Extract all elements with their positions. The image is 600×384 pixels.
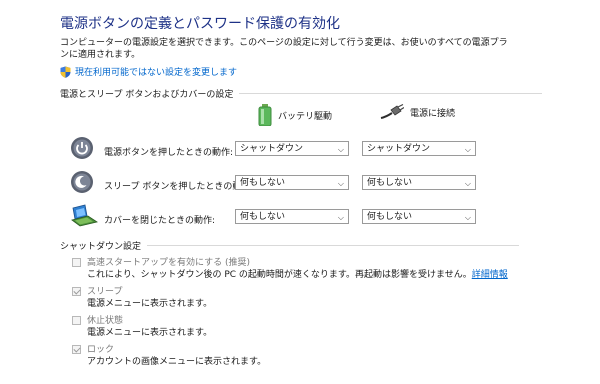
sleep-title: スリープ <box>87 287 123 297</box>
select-value: 何もしない <box>367 178 413 188</box>
chevron-down-icon: ⌵ <box>337 213 344 222</box>
section-divider <box>147 245 520 246</box>
plugged-column-header: 電源に接続 <box>380 104 455 120</box>
sleep-description: 電源メニューに表示されます。 <box>87 299 213 309</box>
hibernate-title: 休止状態 <box>87 316 124 326</box>
chevron-down-icon: ⌵ <box>464 179 471 188</box>
sleep-button-icon <box>71 171 93 193</box>
fast-startup-desc-text: これにより、シャットダウン後の PC の起動時間が速くなります。再起動は影響を受… <box>87 270 472 280</box>
plugged-column-label: 電源に接続 <box>410 108 456 119</box>
lid-plugged-select[interactable]: 何もしない ⌵ <box>362 209 476 224</box>
page-description: コンピューターの電源設定を選択できます。このページの設定に対して行う変更は、お使… <box>60 38 508 60</box>
fast-startup-option: 高速スタートアップを有効にする (推奨) これにより、シャットダウン後の PC … <box>72 257 508 281</box>
power-button-plugged-select[interactable]: シャットダウン ⌵ <box>362 141 476 156</box>
change-settings-link-label: 現在利用可能ではない設定を変更します <box>75 68 238 78</box>
power-button-icon <box>71 137 93 159</box>
section-divider <box>239 93 543 94</box>
fast-startup-description: これにより、シャットダウン後の PC の起動時間が速くなります。再起動は影響を受… <box>87 269 508 281</box>
lid-row-label: カバーを閉じたときの動作: <box>104 216 216 226</box>
lid-battery-select[interactable]: 何もしない ⌵ <box>235 209 349 224</box>
power-section-heading: 電源とスリープ ボタンおよびカバーの設定 <box>60 87 543 100</box>
shutdown-section-heading: シャットダウン設定 <box>60 239 520 252</box>
sleep-option: スリープ 電源メニューに表示されます。 <box>72 286 212 310</box>
power-section-heading-label: 電源とスリープ ボタンおよびカバーの設定 <box>60 90 234 100</box>
chevron-down-icon: ⌵ <box>337 145 344 154</box>
select-value: 何もしない <box>240 178 286 188</box>
select-value: シャットダウン <box>367 144 431 154</box>
power-button-battery-select[interactable]: シャットダウン ⌵ <box>235 141 349 156</box>
change-settings-link[interactable]: 現在利用可能ではない設定を変更します <box>60 65 237 78</box>
battery-column-header: バッテリ駆動 <box>258 104 332 126</box>
page-title: 電源ボタンの定義とパスワード保護の有効化 <box>60 16 340 32</box>
power-button-row-label: 電源ボタンを押したときの動作: <box>104 148 234 158</box>
select-value: シャットダウン <box>240 144 304 154</box>
lock-description: アカウントの画像メニューに表示されます。 <box>87 357 267 367</box>
chevron-down-icon: ⌵ <box>464 213 471 222</box>
sleep-button-plugged-select[interactable]: 何もしない ⌵ <box>362 175 476 190</box>
select-value: 何もしない <box>367 212 413 222</box>
hibernate-option: 休止状態 電源メニューに表示されます。 <box>72 315 212 339</box>
chevron-down-icon: ⌵ <box>464 145 471 154</box>
chevron-down-icon: ⌵ <box>337 179 344 188</box>
shutdown-section-heading-label: シャットダウン設定 <box>60 242 142 252</box>
battery-icon <box>258 104 272 126</box>
lock-option: ロック アカウントの画像メニューに表示されます。 <box>72 344 266 368</box>
select-value: 何もしない <box>240 212 286 222</box>
lock-checkbox[interactable] <box>72 345 81 354</box>
sleep-checkbox[interactable] <box>72 287 81 296</box>
more-info-link[interactable]: 詳細情報 <box>472 270 508 280</box>
sleep-button-battery-select[interactable]: 何もしない ⌵ <box>235 175 349 190</box>
battery-column-label: バッテリ駆動 <box>278 111 333 122</box>
fast-startup-checkbox[interactable] <box>72 258 81 267</box>
sleep-button-row-label: スリープ ボタンを押したときの動作: <box>104 182 254 192</box>
fast-startup-title: 高速スタートアップを有効にする (推奨) <box>87 258 250 268</box>
lock-title: ロック <box>87 345 115 355</box>
uac-shield-icon <box>60 66 71 78</box>
power-plug-icon <box>380 104 404 119</box>
hibernate-checkbox[interactable] <box>72 316 81 325</box>
hibernate-description: 電源メニューに表示されます。 <box>87 328 213 338</box>
laptop-lid-icon <box>71 204 98 227</box>
